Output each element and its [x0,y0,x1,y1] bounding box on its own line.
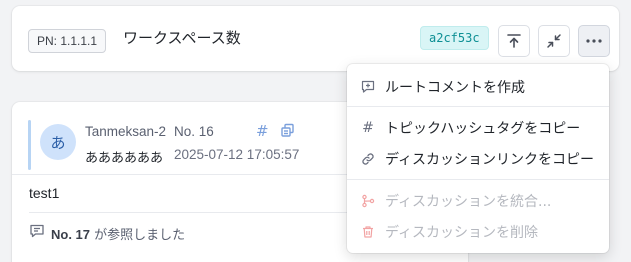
pn-badge: PN: 1.1.1.1 [28,29,107,53]
menu-item-delete-discussion: ディスカッションを削除 [347,217,609,247]
reference-text: が参照しました [94,227,186,243]
post-number[interactable]: No. 16 [174,124,214,139]
topic-header-card: PN: 1.1.1.1 ワークスペース数 a2cf53c [12,6,619,71]
menu-item-label: ディスカッションを削除 [385,225,539,241]
more-icon [586,39,602,43]
quote-accent-bar [28,120,31,170]
menu-item-merge-discussion: ディスカッションを統合... [347,186,609,216]
collapse-button[interactable] [538,25,570,57]
menu-item-create-root-comment[interactable]: ルートコメントを作成 [347,72,609,102]
copy-icon[interactable] [280,123,295,142]
more-button[interactable] [578,25,610,57]
reference-row[interactable]: No. 17 が参照しました [29,223,185,243]
comment-plus-icon [361,80,375,94]
menu-item-copy-discussion-link[interactable]: ディスカッションリンクをコピー [347,144,609,174]
menu-item-label: ルートコメントを作成 [385,80,525,96]
reference-icon [29,223,45,243]
menu-item-label: トピックハッシュタグをコピー [385,121,581,137]
menu-item-copy-topic-hashtag[interactable]: # トピックハッシュタグをコピー [347,113,609,143]
collapse-icon [546,33,562,49]
avatar-letter: あ [50,133,66,152]
timestamp: 2025-07-12 17:05:57 [174,147,300,162]
hash-icon: # [362,120,374,136]
post-body: test1 [29,185,60,201]
reference-number[interactable]: No. 17 [51,227,90,242]
menu-item-label: ディスカッションリンクをコピー [385,152,595,168]
link-icon [361,152,375,166]
menu-separator [347,179,609,180]
author-name[interactable]: Tanmeksan-2 [85,124,166,139]
trash-icon [361,225,375,239]
page-title: ワークスペース数 [123,29,241,47]
discussion-subtitle: ああああああ [85,151,164,166]
avatar[interactable]: あ [40,124,76,160]
hashtag-icon[interactable]: # [256,122,269,140]
upload-icon [505,32,523,50]
upload-button[interactable] [498,25,530,57]
menu-separator [347,106,609,107]
page: PN: 1.1.1.1 ワークスペース数 a2cf53c あ Tanmeksan… [0,0,631,262]
more-actions-menu: ルートコメントを作成 # トピックハッシュタグをコピー ディスカッションリンクを… [347,64,609,253]
menu-item-label: ディスカッションを統合... [385,194,552,210]
merge-icon [361,194,375,208]
commit-hash-badge[interactable]: a2cf53c [420,26,489,50]
